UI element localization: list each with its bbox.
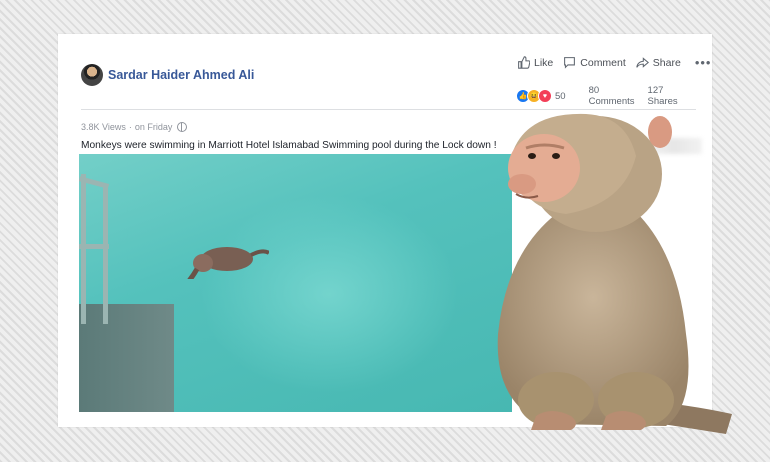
- post-caption: Monkeys were swimming in Marriott Hotel …: [81, 140, 497, 151]
- water-highlight: [199, 194, 459, 394]
- share-button[interactable]: Share: [636, 56, 681, 69]
- like-button[interactable]: Like: [517, 56, 553, 69]
- pool-rail: [103, 184, 108, 324]
- share-arrow-icon: [636, 57, 649, 68]
- view-count: 3.8K Views: [81, 122, 126, 132]
- author-avatar[interactable]: [81, 64, 103, 86]
- post-meta: 3.8K Views · on Friday: [81, 122, 188, 132]
- meta-separator: ·: [128, 122, 132, 132]
- video-player[interactable]: [79, 154, 512, 412]
- love-reaction-icon: ♥: [538, 89, 552, 103]
- pool-ledge: [79, 304, 174, 412]
- author-name[interactable]: Sardar Haider Ahmed Ali: [108, 68, 254, 82]
- comment-bubble-icon: [564, 57, 576, 69]
- post-actions: Like Comment Share •••: [517, 55, 711, 70]
- post-time[interactable]: on Friday: [135, 122, 173, 132]
- comment-button[interactable]: Comment: [563, 56, 626, 69]
- swimming-monkey-image: [187, 247, 269, 279]
- comment-label: Comment: [580, 56, 626, 69]
- more-options-icon[interactable]: •••: [695, 55, 712, 70]
- macaque-monkey-image: [497, 113, 732, 434]
- like-label: Like: [534, 56, 554, 69]
- share-label: Share: [652, 56, 681, 69]
- reaction-summary[interactable]: 👍 😆 ♥ 50: [516, 89, 566, 103]
- globe-icon: [177, 122, 188, 132]
- pool-rail: [81, 174, 86, 324]
- pool-rail: [79, 244, 109, 249]
- thumbs-up-icon: [518, 56, 530, 69]
- reaction-count: 50: [555, 90, 566, 102]
